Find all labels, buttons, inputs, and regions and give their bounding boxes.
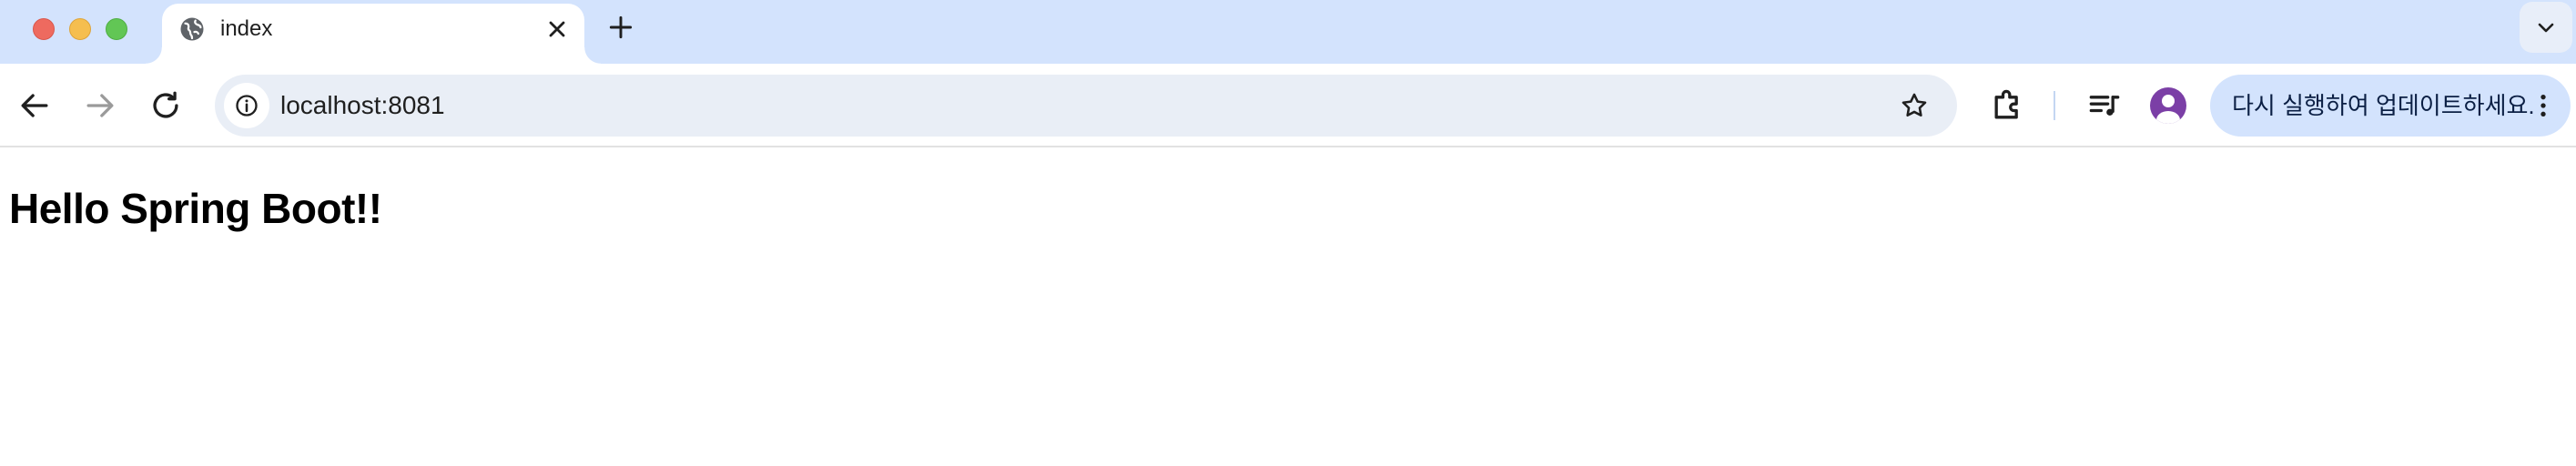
url-text[interactable]: localhost:8081: [280, 92, 445, 119]
puzzle-icon[interactable]: [1988, 86, 2028, 126]
toolbar-divider: [2054, 91, 2055, 120]
site-info-button[interactable]: [224, 83, 269, 128]
tab-search-button[interactable]: [2520, 2, 2572, 53]
playlist-music-icon[interactable]: [2084, 86, 2125, 126]
close-icon[interactable]: [544, 16, 570, 42]
window-minimize-button[interactable]: [69, 18, 91, 40]
window-close-button[interactable]: [33, 18, 55, 40]
tab-index[interactable]: index: [146, 4, 601, 64]
avatar[interactable]: [2150, 87, 2186, 124]
update-chip-label: 다시 실행하여 업데이트하세요.: [2232, 92, 2535, 119]
address-bar[interactable]: localhost:8081: [215, 75, 1957, 137]
info-icon: [236, 95, 258, 116]
page-heading: Hello Spring Boot!!: [9, 185, 382, 232]
tab-title: index: [220, 16, 273, 41]
arrow-right-icon[interactable]: [80, 86, 120, 126]
reload-icon[interactable]: [146, 86, 186, 126]
tab-strip: index: [0, 0, 2576, 64]
arrow-left-icon[interactable]: [15, 86, 55, 126]
update-chip-button[interactable]: 다시 실행하여 업데이트하세요.: [2210, 75, 2571, 137]
profile-icon: [2156, 95, 2180, 124]
chevron-down-icon: [2538, 23, 2554, 33]
plus-icon[interactable]: [606, 13, 635, 42]
page-content: Hello Spring Boot!!: [0, 147, 2576, 466]
window-maximize-button[interactable]: [106, 18, 127, 40]
browser-window: index localhost:8081 다시 실행하여 업데이트하세요. He…: [0, 0, 2576, 466]
globe-icon: [178, 15, 206, 43]
toolbar: localhost:8081 다시 실행하여 업데이트하세요.: [0, 64, 2576, 147]
star-icon[interactable]: [1899, 90, 1930, 121]
kebab-menu-icon[interactable]: [2529, 91, 2558, 120]
